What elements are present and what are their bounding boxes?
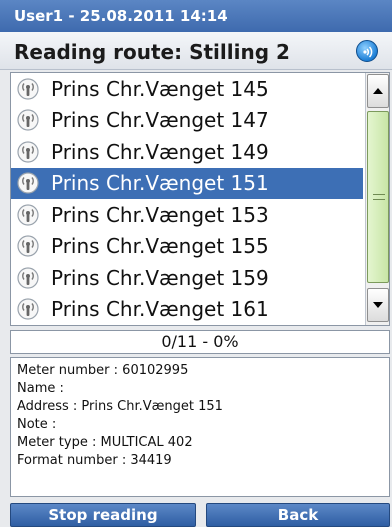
route-item-label: Prins Chr.Vænget 155: [51, 234, 269, 259]
radio-meter-icon: [13, 74, 43, 104]
route-title: Reading route: Stilling 2: [14, 40, 290, 64]
route-item-label: Prins Chr.Vænget 149: [51, 139, 269, 164]
arrow-down-icon: [373, 302, 383, 308]
route-list-items: Prins Chr.Vænget 145 Prins Chr.Vænget 14…: [11, 73, 363, 325]
detail-line: Meter number : 60102995: [17, 363, 189, 378]
detail-line: Meter type : MULTICAL 402: [17, 435, 193, 450]
route-list-item[interactable]: Prins Chr.Vænget 151: [11, 167, 363, 199]
route-list-item[interactable]: Prins Chr.Vænget 153: [11, 199, 363, 231]
route-header: Reading route: Stilling 2: [0, 32, 392, 70]
scroll-down-button[interactable]: [367, 288, 389, 322]
radio-meter-icon: [13, 231, 43, 261]
grip-icon: [373, 194, 385, 200]
detail-line: Format number : 34419: [17, 453, 172, 468]
route-item-label: Prins Chr.Vænget 153: [51, 202, 269, 227]
route-item-label: Prins Chr.Vænget 145: [51, 76, 269, 101]
title-bar: User1 - 25.08.2011 14:14: [0, 0, 392, 32]
route-list-item[interactable]: Prins Chr.Vænget 155: [11, 231, 363, 263]
back-button[interactable]: Back: [206, 503, 390, 527]
route-item-label: Prins Chr.Vænget 151: [51, 171, 269, 196]
detail-line: Address : Prins Chr.Vænget 151: [17, 399, 223, 414]
detail-line: Note :: [17, 417, 57, 432]
route-list: Prins Chr.Vænget 145 Prins Chr.Vænget 14…: [10, 72, 390, 326]
detail-line: Name :: [17, 381, 64, 396]
radio-meter-icon: [13, 105, 43, 135]
radio-meter-icon: [13, 263, 43, 293]
radio-meter-icon: [13, 294, 43, 324]
route-list-item[interactable]: Prins Chr.Vænget 159: [11, 262, 363, 294]
arrow-up-icon: [373, 88, 383, 94]
route-list-item[interactable]: Prins Chr.Vænget 161: [11, 294, 363, 326]
meter-details: Meter number : 60102995 Name : Address : P…: [10, 357, 390, 497]
progress-indicator: 0/11 - 0%: [10, 330, 390, 354]
radio-meter-icon: [13, 137, 43, 167]
route-list-item[interactable]: Prins Chr.Vænget 149: [11, 136, 363, 168]
user-datetime: User1 - 25.08.2011 14:14: [14, 7, 228, 25]
route-list-item[interactable]: Prins Chr.Vænget 147: [11, 105, 363, 137]
radio-meter-icon: [13, 168, 43, 198]
scroll-thumb[interactable]: [367, 111, 389, 283]
signal-icon[interactable]: [356, 40, 378, 62]
radio-meter-icon: [13, 200, 43, 230]
scroll-up-button[interactable]: [367, 74, 389, 108]
route-item-label: Prins Chr.Vænget 159: [51, 265, 269, 290]
route-item-label: Prins Chr.Vænget 147: [51, 108, 269, 133]
route-list-item[interactable]: Prins Chr.Vænget 145: [11, 73, 363, 105]
route-item-label: Prins Chr.Vænget 161: [51, 297, 269, 322]
scrollbar[interactable]: [365, 73, 389, 325]
stop-reading-button[interactable]: Stop reading: [10, 503, 196, 527]
